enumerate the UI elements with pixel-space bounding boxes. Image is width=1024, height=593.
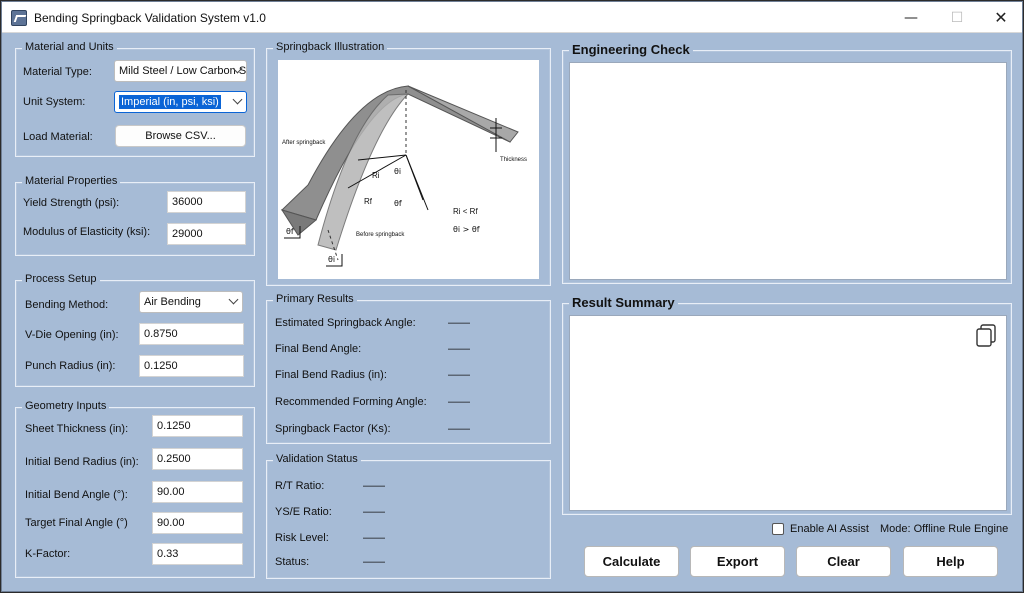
result-summary-output[interactable] — [569, 315, 1007, 511]
material-type-value: Mild Steel / Low Carbon Steel — [119, 65, 247, 77]
ai-assist-label: Enable AI Assist — [790, 523, 869, 535]
title-bar: Bending Springback Validation System v1.… — [2, 2, 1022, 33]
bend-radius-label: Initial Bend Radius (in): — [25, 456, 139, 468]
punch-radius-input[interactable]: 0.1250 — [139, 355, 244, 377]
process-setup-title: Process Setup — [22, 273, 100, 285]
calculate-button[interactable]: Calculate — [584, 546, 679, 577]
sheet-thickness-input[interactable]: 0.1250 — [152, 415, 243, 437]
vdie-opening-label: V-Die Opening (in): — [25, 329, 119, 341]
geometry-inputs-title: Geometry Inputs — [22, 400, 110, 412]
modulus-label: Modulus of Elasticity (ksi): — [23, 226, 151, 238]
yse-ratio-value: —— — [363, 506, 385, 518]
bend-angle-input[interactable]: 90.00 — [152, 481, 243, 503]
theta-i-label: θi — [394, 167, 401, 176]
yield-strength-label: Yield Strength (psi): — [23, 197, 120, 209]
unit-system-label: Unit System: — [23, 96, 86, 108]
rt-ratio-value: —— — [363, 480, 385, 492]
maximize-button[interactable]: ☐ — [934, 2, 980, 33]
angle-relation: θi > θf — [453, 225, 480, 234]
status-value: —— — [363, 556, 385, 568]
chevron-down-icon — [232, 94, 243, 105]
minimize-button[interactable]: — — [888, 2, 934, 33]
bend-angle-label: Initial Bend Angle (°): — [25, 489, 128, 501]
final-bend-angle-value: —— — [448, 343, 470, 355]
springback-angle-value: —— — [448, 317, 470, 329]
target-angle-input[interactable]: 90.00 — [152, 512, 243, 534]
after-springback-label: After springback — [282, 140, 326, 146]
vdie-opening-input[interactable]: 0.8750 — [139, 323, 244, 345]
risk-level-value: —— — [363, 532, 385, 544]
springback-angle-label: Estimated Springback Angle: — [275, 317, 416, 329]
final-bend-radius-value: —— — [448, 369, 470, 381]
forming-angle-value: —— — [448, 396, 470, 408]
bending-method-select[interactable]: Air Bending — [139, 291, 243, 313]
punch-radius-label: Punch Radius (in): — [25, 360, 116, 372]
radius-relation: Ri < Rf — [453, 207, 478, 216]
k-factor-input[interactable]: 0.33 — [152, 543, 243, 565]
theta-f-corner-label: θf — [286, 227, 294, 236]
theta-f-label: θf — [394, 199, 402, 208]
chevron-down-icon — [228, 294, 239, 305]
final-bend-angle-label: Final Bend Angle: — [275, 343, 362, 355]
springback-diagram: After springback Before springback Thick… — [278, 60, 539, 279]
rt-ratio-label: R/T Ratio: — [275, 480, 325, 492]
material-units-title: Material and Units — [22, 41, 117, 53]
main-window: Bending Springback Validation System v1.… — [1, 1, 1023, 592]
material-type-label: Material Type: — [23, 66, 92, 78]
clear-button[interactable]: Clear — [796, 546, 891, 577]
bending-method-value: Air Bending — [144, 296, 201, 308]
before-springback-label: Before springback — [356, 232, 405, 238]
forming-angle-label: Recommended Forming Angle: — [275, 396, 427, 408]
app-icon — [11, 10, 27, 26]
springback-factor-value: —— — [448, 423, 470, 435]
springback-diagram-svg: After springback Before springback Thick… — [280, 85, 527, 267]
unit-system-value: Imperial (in, psi, ksi) — [119, 95, 221, 109]
sheet-thickness-label: Sheet Thickness (in): — [25, 423, 129, 435]
target-angle-label: Target Final Angle (°) — [25, 517, 128, 529]
engineering-check-title: Engineering Check — [569, 42, 693, 57]
export-button[interactable]: Export — [690, 546, 785, 577]
bend-radius-input[interactable]: 0.2500 — [152, 448, 243, 470]
modulus-input[interactable]: 29000 — [167, 223, 246, 245]
engineering-check-output[interactable] — [569, 62, 1007, 280]
ri-label: Ri — [372, 171, 380, 180]
risk-level-label: Risk Level: — [275, 532, 329, 544]
browse-csv-button[interactable]: Browse CSV... — [115, 125, 246, 147]
rf-label: Rf — [364, 197, 373, 206]
final-bend-radius-label: Final Bend Radius (in): — [275, 369, 387, 381]
load-material-label: Load Material: — [23, 131, 93, 143]
help-button[interactable]: Help — [903, 546, 998, 577]
primary-results-title: Primary Results — [273, 293, 357, 305]
unit-system-select[interactable]: Imperial (in, psi, ksi) — [114, 91, 247, 113]
bending-method-label: Bending Method: — [25, 299, 109, 311]
mode-text: Mode: Offline Rule Engine — [880, 523, 1009, 535]
yield-strength-input[interactable]: 36000 — [167, 191, 246, 213]
copy-icon[interactable] — [974, 323, 998, 349]
illustration-title: Springback Illustration — [273, 41, 388, 53]
result-summary-title: Result Summary — [569, 295, 678, 310]
window-title: Bending Springback Validation System v1.… — [34, 11, 266, 25]
yse-ratio-label: YS/E Ratio: — [275, 506, 332, 518]
validation-status-title: Validation Status — [273, 453, 361, 465]
ai-assist-checkbox[interactable] — [772, 523, 784, 535]
theta-i-corner-label: θi — [328, 255, 335, 264]
close-button[interactable]: ✕ — [978, 2, 1024, 33]
k-factor-label: K-Factor: — [25, 548, 71, 560]
material-properties-title: Material Properties — [22, 175, 121, 187]
status-label: Status: — [275, 556, 310, 568]
material-type-select[interactable]: Mild Steel / Low Carbon Steel — [114, 60, 247, 82]
thickness-label: Thickness — [500, 157, 527, 163]
springback-factor-label: Springback Factor (Ks): — [275, 423, 391, 435]
